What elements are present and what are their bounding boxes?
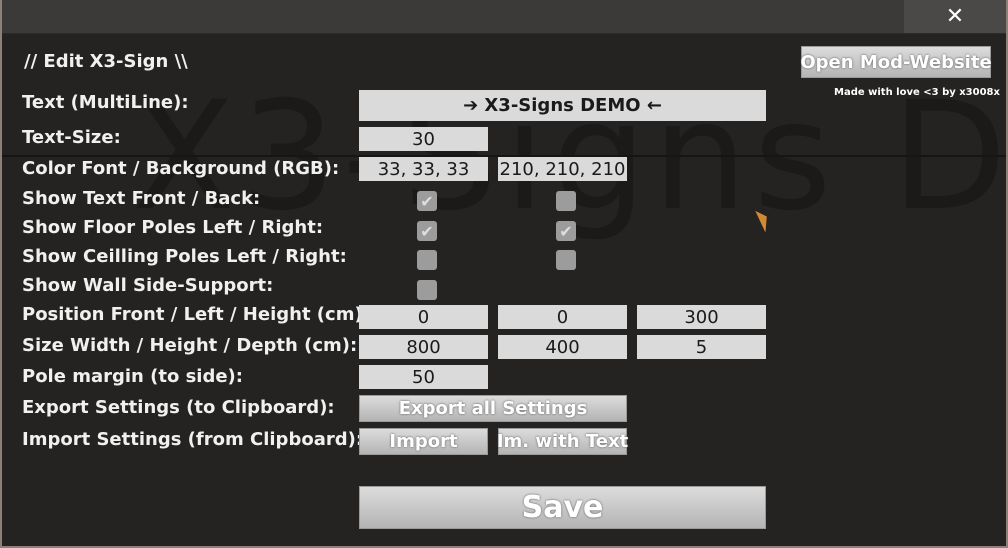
import-label: Import Settings (from Clipboard): bbox=[22, 429, 364, 450]
dialog-title: // Edit X3-Sign \\ bbox=[24, 51, 188, 72]
import-with-text-button[interactable]: Im. with Text bbox=[497, 428, 628, 455]
position-left-input[interactable]: 0 bbox=[498, 305, 627, 329]
show-text-back-checkbox[interactable] bbox=[556, 191, 576, 211]
credit-note: Made with love <3 by x3008x bbox=[834, 87, 1000, 98]
floor-pole-left-checkbox[interactable]: ✔ bbox=[417, 221, 437, 241]
text-label: Text (MultiLine): bbox=[22, 92, 189, 113]
size-width-input[interactable]: 800 bbox=[359, 335, 488, 359]
close-button[interactable]: ✕ bbox=[904, 0, 1006, 33]
position-label: Position Front / Left / Height (cm): bbox=[22, 304, 370, 325]
size-depth-input[interactable]: 5 bbox=[637, 335, 766, 359]
text-input[interactable]: ➔ X3-Signs DEMO ← bbox=[359, 90, 766, 121]
save-button[interactable]: Save bbox=[359, 486, 766, 529]
checkmark-icon: ✔ bbox=[420, 221, 434, 241]
position-height-input[interactable]: 300 bbox=[637, 305, 766, 329]
ceiling-pole-right-checkbox[interactable] bbox=[556, 250, 576, 270]
color-background-input[interactable]: 210, 210, 210 bbox=[498, 157, 627, 181]
floor-poles-label: Show Floor Poles Left / Right: bbox=[22, 217, 324, 238]
pole-margin-label: Pole margin (to side): bbox=[22, 366, 243, 387]
size-label: Size Width / Height / Depth (cm): bbox=[22, 335, 358, 356]
checkmark-icon: ✔ bbox=[420, 191, 434, 211]
show-text-label: Show Text Front / Back: bbox=[22, 188, 261, 209]
wall-support-label: Show Wall Side-Support: bbox=[22, 275, 274, 296]
text-size-input[interactable]: 30 bbox=[359, 127, 488, 151]
text-size-label: Text-Size: bbox=[22, 127, 121, 148]
export-all-button[interactable]: Export all Settings bbox=[359, 395, 627, 422]
show-text-front-checkbox[interactable]: ✔ bbox=[417, 191, 437, 211]
pole-margin-input[interactable]: 50 bbox=[359, 365, 488, 389]
wall-support-checkbox[interactable] bbox=[417, 280, 437, 300]
import-button[interactable]: Import bbox=[359, 428, 488, 455]
position-front-input[interactable]: 0 bbox=[359, 305, 488, 329]
close-icon[interactable]: ✕ bbox=[946, 4, 964, 29]
ceiling-pole-left-checkbox[interactable] bbox=[417, 250, 437, 270]
settings-window: X3-Signs D ✕ // Edit X3-Sign \\ Open Mod… bbox=[2, 0, 1006, 546]
open-mod-website-button[interactable]: Open Mod-Website bbox=[800, 46, 992, 78]
ceiling-poles-label: Show Ceilling Poles Left / Right: bbox=[22, 246, 347, 267]
size-height-input[interactable]: 400 bbox=[498, 335, 627, 359]
color-label: Color Font / Background (RGB): bbox=[22, 158, 340, 179]
title-bar[interactable]: ✕ bbox=[2, 0, 1006, 34]
color-font-input[interactable]: 33, 33, 33 bbox=[359, 157, 488, 181]
checkmark-icon: ✔ bbox=[559, 221, 573, 241]
floor-pole-right-checkbox[interactable]: ✔ bbox=[556, 221, 576, 241]
export-label: Export Settings (to Clipboard): bbox=[22, 397, 335, 418]
